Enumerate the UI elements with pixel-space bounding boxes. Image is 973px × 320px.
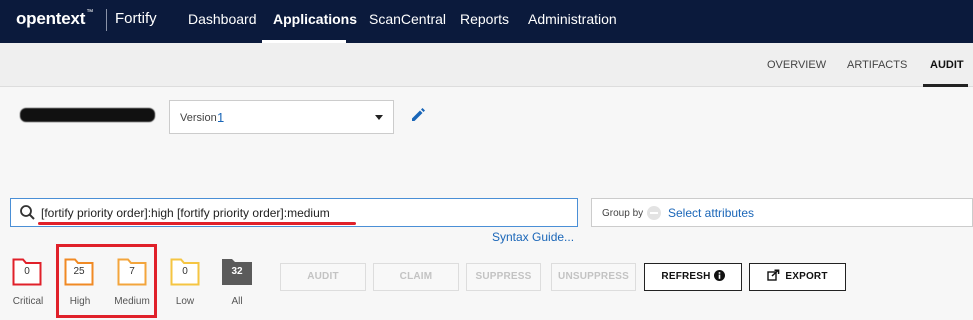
folder-critical[interactable]: 0 — [12, 258, 42, 286]
folder-low[interactable]: 0 — [170, 258, 200, 286]
export-button[interactable]: EXPORT — [749, 263, 846, 291]
annotation-underline — [38, 222, 356, 225]
search-icon — [20, 205, 35, 220]
product-name: Fortify — [115, 10, 157, 27]
brand-divider — [106, 9, 107, 31]
tab-artifacts[interactable]: ARTIFACTS — [847, 59, 907, 71]
nav-dashboard[interactable]: Dashboard — [188, 11, 257, 27]
tab-audit[interactable]: AUDIT — [930, 59, 964, 71]
claim-button[interactable]: CLAIM — [373, 263, 459, 291]
unsuppress-button[interactable]: UNSUPPRESS — [551, 263, 636, 291]
folder-label-critical: Critical — [12, 296, 44, 307]
group-by-value[interactable]: Select attributes — [668, 206, 754, 220]
syntax-guide-link[interactable]: Syntax Guide... — [492, 230, 574, 244]
suppress-button[interactable]: SUPPRESS — [466, 263, 541, 291]
nav-reports[interactable]: Reports — [460, 11, 509, 27]
export-button-label: EXPORT — [785, 271, 828, 282]
folder-count: 0 — [182, 266, 188, 277]
group-by-select[interactable]: Group by Select attributes — [591, 198, 973, 227]
brand-tm: ™ — [86, 9, 94, 16]
version-select[interactable]: Version 1 — [169, 100, 394, 134]
refresh-button-label: REFRESH — [661, 271, 711, 282]
sub-header: OVERVIEW ARTIFACTS AUDIT — [0, 43, 973, 87]
nav-scancentral[interactable]: ScanCentral — [369, 11, 446, 27]
folder-all[interactable]: 32 — [221, 258, 252, 286]
nav-applications[interactable]: Applications — [273, 11, 357, 27]
folder-count: 32 — [231, 266, 243, 277]
nav-administration[interactable]: Administration — [528, 11, 617, 27]
minus-circle-icon — [647, 206, 661, 220]
folder-label-all: All — [231, 296, 243, 307]
suppress-button-label: SUPPRESS — [475, 271, 532, 282]
folder-label-low: Low — [175, 296, 195, 307]
caret-down-icon — [375, 115, 383, 120]
unsuppress-button-label: UNSUPPRESS — [558, 271, 629, 282]
audit-button[interactable]: AUDIT — [280, 263, 366, 291]
top-nav: opentext™ Fortify Dashboard Applications… — [0, 0, 973, 43]
annotation-highlight-box — [56, 244, 157, 318]
info-icon — [713, 269, 725, 281]
audit-button-label: AUDIT — [307, 271, 339, 282]
export-icon — [767, 269, 780, 282]
tab-active-indicator — [923, 84, 968, 87]
brand-logo[interactable]: opentext™ — [16, 9, 93, 29]
claim-button-label: CLAIM — [399, 271, 433, 282]
version-value: 1 — [217, 110, 225, 125]
tab-overview[interactable]: OVERVIEW — [767, 59, 826, 71]
group-by-label: Group by — [602, 208, 644, 219]
refresh-button[interactable]: REFRESH — [644, 263, 742, 291]
folder-count: 0 — [24, 266, 30, 277]
brand-name: opentext — [16, 9, 86, 28]
version-label: Version — [180, 112, 217, 124]
application-name-redacted — [20, 108, 155, 122]
pencil-icon[interactable] — [409, 105, 427, 123]
search-query: [fortify priority order]:high [fortify p… — [41, 206, 330, 220]
